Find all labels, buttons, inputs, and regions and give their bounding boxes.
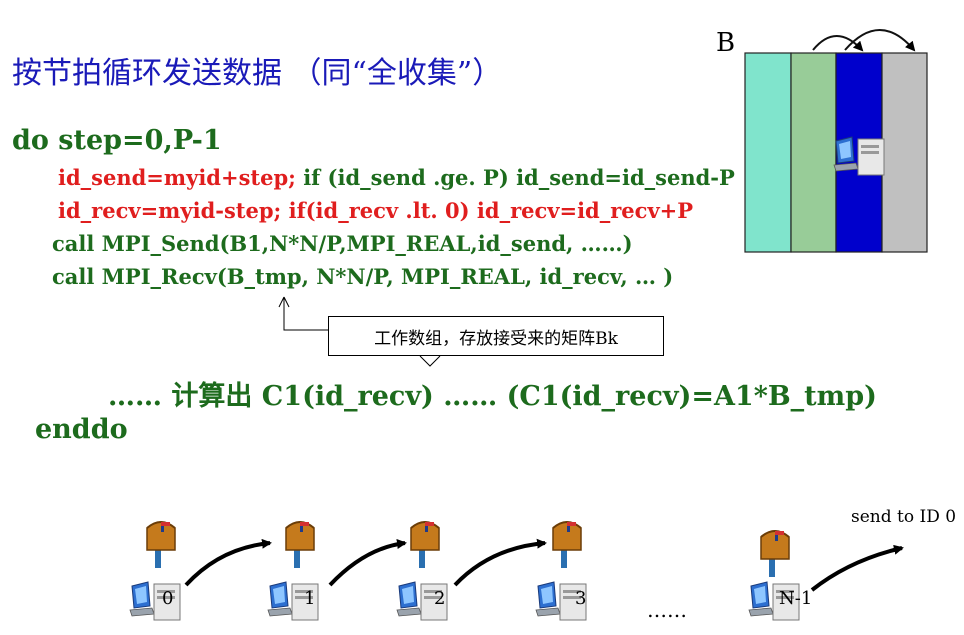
note-box: 工作数组，存放接受来的矩阵Bk	[328, 316, 664, 356]
arrow-icon	[328, 539, 407, 587]
matrix-col-2	[790, 52, 837, 253]
code-call-send: call MPI_Send(B1,N*N/P,MPI_REAL,id_send,…	[52, 231, 633, 256]
code-line-send: id_send=myid+step; if (id_send .ge. P) i…	[58, 165, 735, 190]
matrix-col-4	[881, 52, 928, 253]
code-call-recv: call MPI_Recv(B_tmp, N*N/P, MPI_REAL, id…	[52, 264, 674, 289]
computer-icon	[833, 136, 885, 176]
mailbox-icon	[146, 521, 176, 569]
code-line-recv: id_recv=myid-step; if(id_recv .lt. 0) id…	[58, 198, 694, 223]
ring-ellipsis: ……	[647, 598, 687, 622]
node-id-label: 2	[434, 588, 446, 609]
matrix-col-1	[744, 52, 792, 253]
arrow-icon	[184, 538, 272, 587]
loop-head: do step=0,P-1	[12, 125, 222, 156]
node-id-label: 0	[162, 588, 174, 609]
code-send-green: if (id_send .ge. P) id_send=id_send-P	[295, 165, 735, 190]
arrow-icon	[810, 544, 904, 592]
arrow-icon	[812, 35, 864, 52]
arrow-icon	[844, 29, 916, 52]
mailbox-icon	[285, 521, 315, 569]
mailbox-icon	[410, 521, 440, 569]
mailbox-icon	[552, 521, 582, 569]
note-pointer	[419, 355, 441, 367]
code-send-red: id_send=myid+step;	[58, 165, 296, 190]
node-id-label: 3	[575, 588, 587, 609]
matrix-label: B	[716, 28, 736, 58]
arrow-icon	[453, 538, 547, 587]
note-connector	[283, 297, 328, 331]
node-id-label: 1	[304, 588, 316, 609]
slide-title: 按节拍循环发送数据 （同“全收集”）	[12, 56, 503, 91]
send-label: send to ID 0	[851, 507, 957, 527]
compute-line: …… 计算出 C1(id_recv) …… (C1(id_recv)=A1*B_…	[108, 381, 877, 412]
loop-end: enddo	[35, 414, 128, 445]
note-text: 工作数组，存放接受来的矩阵Bk	[374, 328, 618, 349]
mailbox-icon	[760, 530, 790, 578]
node-id-label: N-1	[779, 588, 813, 609]
